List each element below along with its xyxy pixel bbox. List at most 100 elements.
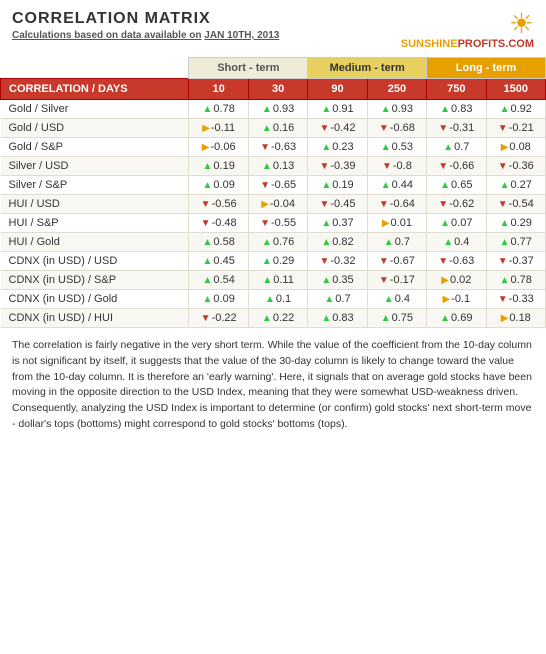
cell-value: ▼-0.45	[308, 195, 367, 214]
cell-number: 0.7	[454, 141, 469, 153]
logo: ☀ SUNSHINEPROFITS.COM	[401, 10, 534, 51]
cell-value: ▲0.19	[308, 176, 367, 195]
arrow-up-icon: ▲	[384, 294, 394, 305]
arrow-down-icon: ▼	[379, 199, 389, 210]
cell-value: ▲0.4	[367, 290, 426, 309]
cell-value: ▼-0.65	[248, 176, 307, 195]
cell-value: ▶-0.1	[427, 290, 486, 309]
footnote: The correlation is fairly negative in th…	[0, 328, 546, 443]
cell-number: -0.68	[390, 122, 415, 134]
cell-number: 0.27	[510, 179, 531, 191]
arrow-right-icon: ▶	[382, 218, 390, 229]
cell-number: -0.32	[330, 255, 355, 267]
page-header: CORRELATION MATRIX Calculations based on…	[0, 0, 546, 57]
cell-value: ▲0.44	[367, 176, 426, 195]
subtitle-date: JAN 10TH, 2013	[204, 30, 279, 41]
cell-value: ▼-0.33	[486, 290, 546, 309]
cell-number: -0.62	[449, 198, 474, 210]
cell-number: -0.1	[451, 293, 470, 305]
col-10: 10	[189, 79, 248, 100]
arrow-right-icon: ▶	[441, 275, 449, 286]
arrow-up-icon: ▲	[203, 256, 213, 267]
cell-number: 0.7	[335, 293, 350, 305]
arrow-up-icon: ▲	[440, 218, 450, 229]
cell-number: 0.07	[451, 217, 472, 229]
cell-number: -0.8	[393, 160, 412, 172]
arrow-up-icon: ▲	[500, 237, 510, 248]
cell-number: 0.4	[454, 236, 469, 248]
cell-value: ▲0.78	[189, 100, 248, 119]
cell-number: 0.01	[391, 217, 412, 229]
cell-value: ▲0.53	[367, 138, 426, 157]
cell-number: 0.11	[273, 274, 294, 286]
arrow-up-icon: ▲	[203, 104, 213, 115]
cell-value: ▲0.69	[427, 309, 486, 328]
cell-value: ▼-0.63	[427, 252, 486, 271]
cell-number: 0.77	[510, 236, 531, 248]
cell-value: ▼-0.67	[367, 252, 426, 271]
table-body: Gold / Silver▲0.78▲0.93▲0.91▲0.93▲0.83▲0…	[1, 100, 546, 328]
cell-value: ▲0.77	[486, 233, 546, 252]
row-label: CDNX (in USD) / HUI	[1, 309, 189, 328]
col-90: 90	[308, 79, 367, 100]
table-row: HUI / S&P▼-0.48▼-0.55▲0.37▶0.01▲0.07▲0.2…	[1, 214, 546, 233]
arrow-down-icon: ▼	[382, 161, 392, 172]
arrow-up-icon: ▲	[324, 294, 334, 305]
cell-number: 0.02	[450, 274, 471, 286]
cell-number: -0.21	[509, 122, 534, 134]
cell-number: 0.92	[510, 103, 531, 115]
arrow-up-icon: ▲	[321, 218, 331, 229]
cell-value: ▲0.16	[248, 119, 307, 138]
cell-value: ▼-0.31	[427, 119, 486, 138]
arrow-up-icon: ▲	[321, 180, 331, 191]
cell-number: -0.42	[330, 122, 355, 134]
cell-number: -0.04	[270, 198, 295, 210]
cell-value: ▲0.35	[308, 271, 367, 290]
cell-number: 0.82	[332, 236, 353, 248]
cell-value: ▲0.93	[367, 100, 426, 119]
cell-value: ▲0.76	[248, 233, 307, 252]
arrow-up-icon: ▲	[321, 104, 331, 115]
header-left: CORRELATION MATRIX Calculations based on…	[12, 10, 279, 41]
cell-value: ▲0.29	[486, 214, 546, 233]
cell-number: 0.29	[510, 217, 531, 229]
cell-value: ▲0.93	[248, 100, 307, 119]
table-row: Silver / S&P▲0.09▼-0.65▲0.19▲0.44▲0.65▲0…	[1, 176, 546, 195]
cell-number: 0.75	[392, 312, 413, 324]
arrow-up-icon: ▲	[262, 275, 272, 286]
cell-number: 0.19	[213, 160, 234, 172]
col-1500: 1500	[486, 79, 546, 100]
arrow-up-icon: ▲	[443, 142, 453, 153]
cell-number: -0.33	[509, 293, 534, 305]
arrow-down-icon: ▼	[438, 123, 448, 134]
cell-value: ▲0.83	[427, 100, 486, 119]
cell-value: ▼-0.56	[189, 195, 248, 214]
cell-value: ▼-0.42	[308, 119, 367, 138]
cell-value: ▼-0.68	[367, 119, 426, 138]
cell-value: ▲0.78	[486, 271, 546, 290]
logo-profits: PROFITS	[458, 38, 506, 50]
arrow-down-icon: ▼	[201, 199, 211, 210]
cell-value: ▲0.11	[248, 271, 307, 290]
cell-value: ▲0.83	[308, 309, 367, 328]
cell-value: ▲0.4	[427, 233, 486, 252]
cell-number: -0.06	[210, 141, 235, 153]
cell-value: ▲0.19	[189, 157, 248, 176]
table-row: CDNX (in USD) / HUI▼-0.22 ▲ 0.22 ▲0.83▲0.75…	[1, 309, 546, 328]
cell-number: 0.13	[273, 160, 294, 172]
arrow-down-icon: ▼	[498, 199, 508, 210]
arrow-up-icon: ▲	[203, 237, 213, 248]
cell-value: ▼-0.22	[189, 309, 248, 328]
cell-number: 0.22	[273, 312, 294, 324]
cell-value: ▶-0.04	[248, 195, 307, 214]
cell-number: 0.1	[276, 293, 291, 305]
cell-number: -0.63	[271, 141, 296, 153]
arrow-up-icon: ▲	[321, 313, 331, 324]
cell-value: ▼-0.36	[486, 157, 546, 176]
group-header-row: Short - term Medium - term Long - term	[1, 58, 546, 79]
arrow-down-icon: ▼	[201, 218, 211, 229]
cell-number: 0.45	[213, 255, 234, 267]
arrow-up-icon: ▲	[262, 104, 272, 115]
arrow-up-icon: ▲	[321, 142, 331, 153]
cell-value: ▲0.75	[367, 309, 426, 328]
